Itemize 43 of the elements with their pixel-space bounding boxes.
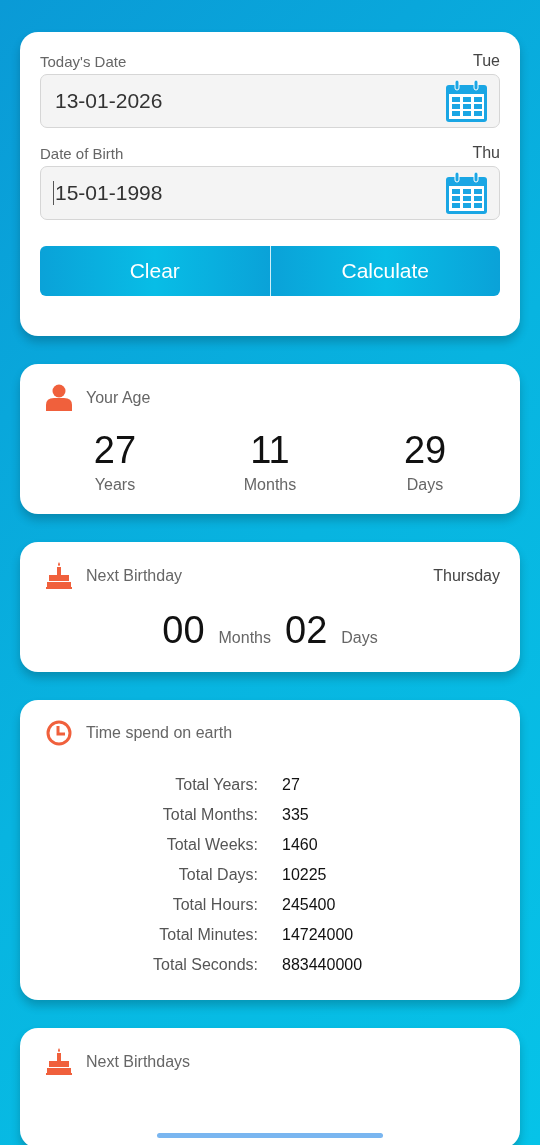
unit-label: Days [406,476,444,494]
stat-label: Total Seconds: [152,956,258,974]
person-icon [46,384,72,411]
stat-label: Total Hours: [171,896,258,914]
weekday-text: Thu [472,144,500,162]
unit-label: Months [218,629,271,647]
date-field[interactable]: 13-01-2026 [40,74,500,128]
age-number: 29 [403,429,447,472]
countdown-number: 02 [285,609,328,652]
calendar-icon[interactable] [445,79,488,123]
stat-value: 1460 [282,836,319,854]
card-title: Your Age [86,388,151,407]
stat-label: Total Minutes: [158,926,258,944]
stat-label: Total Years: [174,776,258,794]
clock-icon [46,720,72,746]
calendar-icon[interactable] [445,171,488,215]
field-label: Today's Date [40,53,127,70]
cake-icon [46,1048,72,1075]
date-field[interactable]: 15-01-1998 [40,166,500,220]
stat-label: Total Days: [177,866,258,884]
age-number: 11 [250,429,290,472]
unit-label: Days [341,629,378,647]
stat-value: 245400 [282,896,337,914]
stat-value: 335 [282,806,310,824]
stat-value: 14724000 [282,926,355,944]
weekday-text: Thursday [433,566,500,585]
date-value: 13-01-2026 [54,89,163,113]
date-value: 15-01-1998 [53,181,163,205]
stat-label: Total Weeks: [165,836,258,854]
card-title: Time spend on earth [86,724,233,742]
cake-icon [46,562,72,589]
countdown-number: 00 [162,609,205,652]
stat-value: 27 [282,776,301,794]
stat-value: 883440000 [282,956,364,974]
stat-label: Total Months: [161,806,258,824]
unit-label: Years [94,476,136,494]
unit-label: Months [243,476,297,494]
field-label: Date of Birth [40,145,124,162]
card-title: Next Birthday [86,566,183,585]
age-number: 27 [93,429,137,472]
weekday-text: Tue [473,52,500,70]
stat-value: 10225 [282,866,328,884]
card-title: Next Birthdays [86,1052,191,1071]
